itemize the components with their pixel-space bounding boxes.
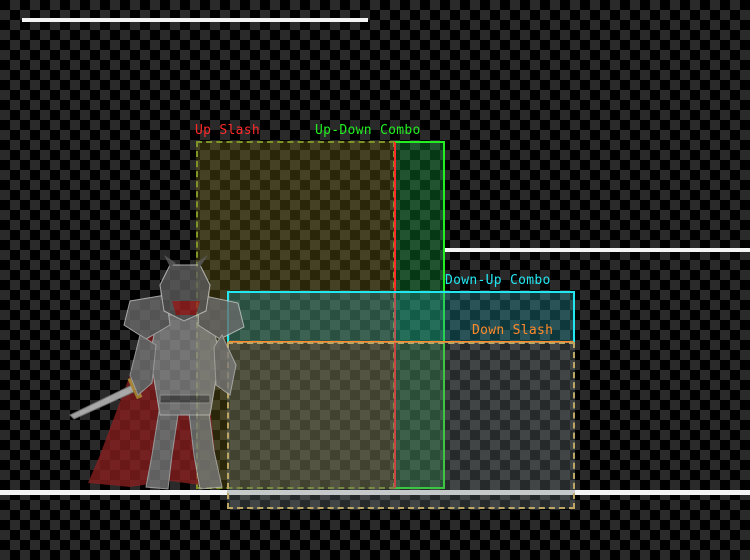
down-slash-label: Down Slash (472, 323, 554, 338)
up-down-combo-label: Up-Down Combo (315, 123, 421, 138)
up-slash-label: Up Slash (195, 123, 261, 138)
down-up-combo-label: Down-Up Combo (445, 273, 551, 288)
belt (159, 394, 211, 404)
scarf (172, 301, 200, 315)
game-stage: Up Slash Up-Down Combo Down-Up Combo Dow… (0, 0, 750, 560)
platform-top-left (22, 18, 368, 22)
right-arm (213, 333, 237, 396)
armored-knight-sprite-icon (69, 255, 245, 490)
platform-right-ledge (444, 248, 750, 252)
